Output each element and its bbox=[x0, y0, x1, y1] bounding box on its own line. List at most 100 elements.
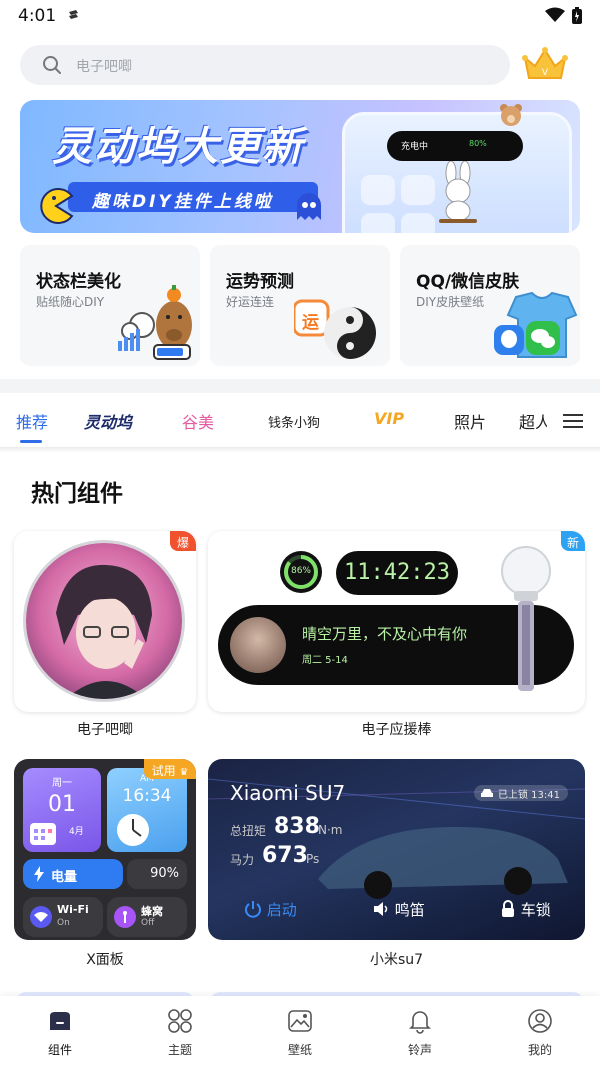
nav-themes[interactable]: 主题 bbox=[140, 996, 220, 1066]
hot-badge: 爆 bbox=[170, 531, 196, 551]
wifi-icon bbox=[545, 7, 565, 22]
menu-icon[interactable] bbox=[563, 413, 583, 429]
nav-label: 主题 bbox=[167, 1043, 192, 1057]
nav-profile[interactable]: 我的 bbox=[500, 996, 580, 1066]
fortune-char: 运 bbox=[302, 313, 319, 333]
tab-photos[interactable]: 照片 bbox=[454, 409, 486, 433]
island-percent: 80% bbox=[469, 139, 487, 148]
feature-subtitle: 好运连连 bbox=[226, 295, 275, 309]
widget-card-su7[interactable]: Xiaomi SU7 已上锁 13:41 总扭矩 838 N·m 马力 673 … bbox=[208, 759, 585, 940]
section-title: 热门组件 bbox=[31, 481, 123, 507]
tshirt-icon bbox=[494, 291, 578, 358]
notification-icon bbox=[69, 10, 78, 19]
start-button[interactable]: 启动 bbox=[244, 899, 297, 920]
lock-label: 车锁 bbox=[520, 901, 551, 919]
bunny-sticker-icon bbox=[439, 161, 477, 223]
digital-clock: 11:42:23 bbox=[336, 551, 458, 595]
category-tabs: 推荐 灵动坞 谷美 钱条小狗 VIP 照片 超人 bbox=[0, 393, 600, 449]
ring-text: 86% bbox=[290, 566, 311, 576]
widget-card-badge[interactable]: 爆 bbox=[14, 531, 196, 712]
day: 01 bbox=[48, 792, 76, 817]
vip-crown-icon[interactable]: V bbox=[521, 46, 569, 84]
power-value: 673 bbox=[262, 843, 308, 868]
tab-qiantiao-dog[interactable]: 钱条小狗 bbox=[268, 412, 320, 431]
tab-gumei[interactable]: 谷美 bbox=[182, 409, 214, 433]
capybara-sticker-icon bbox=[118, 285, 192, 360]
banner-subtitle: 趣味DIY挂件上线啦 bbox=[68, 182, 318, 212]
feature-subtitle: 贴纸随心DIY bbox=[36, 295, 105, 309]
app-screen: 4:01 电子吧唧 V 灵动坞大更新 趣味DIY挂件上线啦 充电中 80% 状态… bbox=[0, 0, 600, 1066]
widget-card-lightstick[interactable]: 86% 11:42:23 晴空万里，不及心中有你 周二 5-14 新 bbox=[208, 531, 585, 712]
island-label: 充电中 bbox=[401, 142, 429, 152]
tab-recommend[interactable]: 推荐 bbox=[16, 409, 48, 433]
feature-title: QQ/微信皮肤 bbox=[416, 272, 520, 292]
cellular-label: 蜂窝 bbox=[141, 905, 163, 918]
clock-time: 16:34 bbox=[122, 786, 172, 806]
horn-button[interactable]: 鸣笛 bbox=[372, 899, 425, 920]
widget-name: 小米su7 bbox=[369, 952, 424, 968]
speaker-icon bbox=[374, 902, 388, 916]
widget-name: X面板 bbox=[86, 952, 124, 968]
car-model: Xiaomi SU7 bbox=[230, 781, 346, 805]
feature-card-skin[interactable]: QQ/微信皮肤 DIY皮肤壁纸 bbox=[400, 245, 580, 366]
battery-tile: 电量 bbox=[23, 859, 123, 889]
power-label: 马力 bbox=[230, 853, 255, 867]
wifi-tile: Wi-Fi On bbox=[23, 897, 103, 937]
nav-ringtones[interactable]: 铃声 bbox=[380, 996, 460, 1066]
promo-banner[interactable]: 灵动坞大更新 趣味DIY挂件上线啦 充电中 80% bbox=[20, 100, 580, 233]
battery-percent: 90% bbox=[127, 859, 187, 889]
widget-card-xpanel[interactable]: 周一 01 4月 AM 16:34 电量 90% Wi-Fi On 蜂窝 Off… bbox=[14, 759, 196, 940]
pacman-icon bbox=[40, 188, 74, 224]
tab-superman[interactable]: 超人 bbox=[519, 409, 547, 433]
power-icon bbox=[245, 901, 261, 918]
feature-subtitle: DIY皮肤壁纸 bbox=[416, 295, 485, 309]
tab-vip[interactable]: VIP bbox=[374, 409, 404, 428]
battery-icon bbox=[572, 7, 582, 24]
status-bar: 4:01 bbox=[0, 0, 600, 34]
phone-illustration: 充电中 80% bbox=[342, 112, 572, 233]
anime-boy-icon bbox=[56, 564, 152, 699]
tab-lingdongwu[interactable]: 灵动坞 bbox=[84, 409, 132, 433]
widget-name: 电子吧唧 bbox=[77, 722, 133, 738]
start-label: 启动 bbox=[266, 901, 297, 919]
nav-wallpapers[interactable]: 壁纸 bbox=[260, 996, 340, 1066]
trial-badge-label: 试用 bbox=[151, 764, 176, 778]
nav-label: 我的 bbox=[527, 1043, 552, 1057]
feature-card-statusbar[interactable]: 状态栏美化 贴纸随心DIY bbox=[20, 245, 200, 366]
crown-icon: ♛ bbox=[179, 767, 189, 778]
wallpaper-icon bbox=[288, 1010, 312, 1032]
progress-ring: 86% bbox=[280, 551, 322, 593]
widget-name: 电子应援棒 bbox=[361, 722, 432, 738]
battery-label: 电量 bbox=[51, 870, 78, 885]
lock-button[interactable]: 车锁 bbox=[500, 899, 551, 920]
search-icon bbox=[43, 56, 61, 74]
app-tile bbox=[401, 213, 435, 233]
bottom-nav: 组件 主题 壁纸 铃声 我的 bbox=[0, 996, 600, 1066]
banner-title: 灵动坞大更新 bbox=[52, 124, 304, 170]
section-divider bbox=[0, 379, 600, 393]
search-placeholder: 电子吧唧 bbox=[76, 59, 132, 75]
calendar-icon bbox=[30, 823, 56, 845]
nav-label: 组件 bbox=[47, 1043, 72, 1057]
trial-badge: 试用 ♛ bbox=[144, 759, 196, 779]
feature-card-fortune[interactable]: 运势预测 好运连连 运 bbox=[210, 245, 390, 366]
new-badge: 新 bbox=[561, 531, 585, 551]
nav-widgets[interactable]: 组件 bbox=[20, 996, 100, 1066]
car-icon bbox=[481, 789, 493, 797]
feature-title: 运势预测 bbox=[226, 272, 294, 292]
tabs-shadow bbox=[0, 447, 600, 453]
clock-tile: AM 16:34 bbox=[107, 768, 187, 852]
quote-text: 晴空万里，不及心中有你 bbox=[302, 625, 468, 643]
widget-icon bbox=[50, 1012, 70, 1030]
active-tab-indicator bbox=[20, 440, 42, 443]
power-unit: Ps bbox=[306, 852, 320, 866]
search-bar[interactable]: 电子吧唧 bbox=[20, 45, 510, 85]
ghost-icon bbox=[297, 193, 321, 220]
app-tile bbox=[361, 175, 395, 205]
wifi-tile-icon bbox=[30, 906, 52, 928]
date-tile: 周一 01 4月 bbox=[23, 768, 101, 852]
theme-icon bbox=[168, 1009, 192, 1033]
feature-title: 状态栏美化 bbox=[36, 272, 121, 292]
bolt-icon bbox=[34, 866, 44, 882]
cellular-tile: 蜂窝 Off bbox=[107, 897, 187, 937]
